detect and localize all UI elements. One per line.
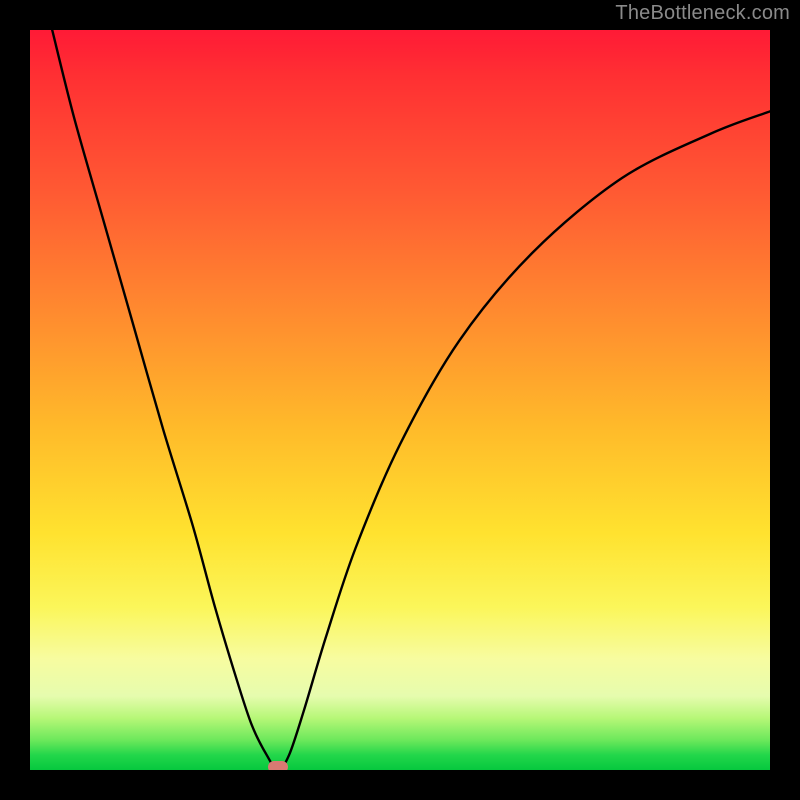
plot-area [30,30,770,770]
watermark-text: TheBottleneck.com [615,2,790,25]
curve-svg [30,30,770,770]
bottleneck-curve [52,30,770,770]
minimum-marker [268,761,288,770]
chart-frame: TheBottleneck.com [0,0,800,800]
